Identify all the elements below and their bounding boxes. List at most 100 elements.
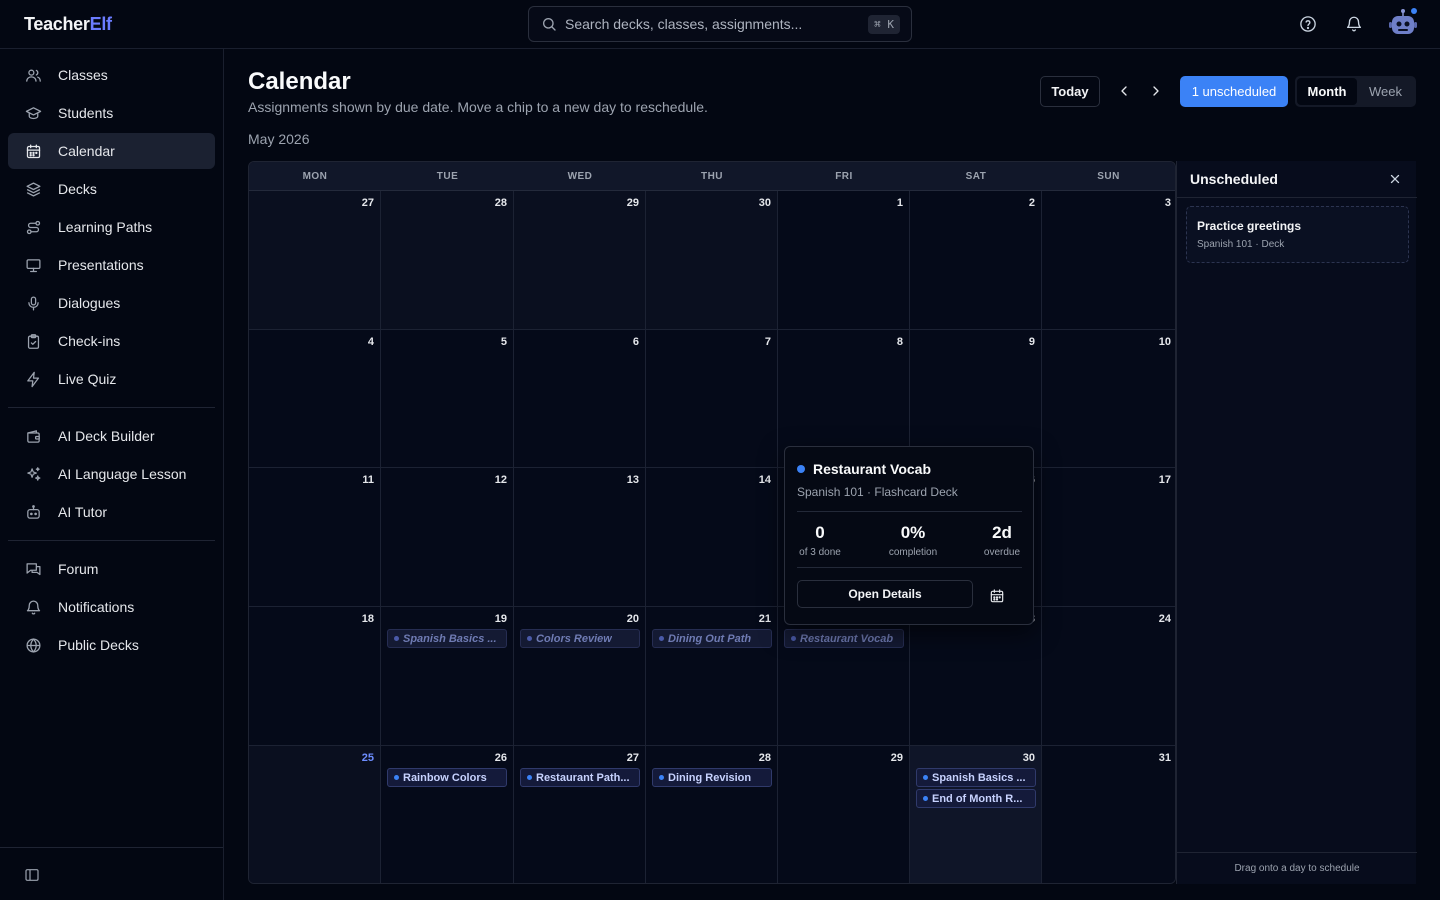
calendar-day-cell[interactable]: 30	[646, 191, 778, 330]
view-week-button[interactable]: Week	[1357, 78, 1414, 105]
sidebar-item-label: Live Quiz	[58, 371, 117, 387]
calendar-day-cell[interactable]: 22Restaurant Vocab	[778, 607, 910, 746]
calendar-day-cell[interactable]: 7	[646, 330, 778, 468]
date-number: 3	[1164, 197, 1171, 209]
calendar-day-cell[interactable]: 20 Colors Review	[514, 607, 646, 746]
assignment-chip[interactable]: Rainbow Colors	[387, 768, 507, 787]
sidebar-divider	[8, 407, 215, 408]
calendar-day-cell[interactable]: 10	[1042, 330, 1175, 468]
reschedule-calendar-icon[interactable]	[989, 588, 1005, 604]
assignment-chip[interactable]: Colors Review	[520, 629, 640, 648]
open-details-button[interactable]: Open Details	[797, 580, 973, 608]
sidebar-item-students[interactable]: Students	[8, 95, 215, 131]
weekday-header-row: MON TUE WED THU FRI SAT SUN	[249, 162, 1175, 191]
calendar-day-cell[interactable]: 28	[381, 191, 514, 330]
calendar-day-cell[interactable]: 29	[514, 191, 646, 330]
calendar-day-cell[interactable]: 21 Dining Out Path	[646, 607, 778, 746]
date-number: 28	[758, 752, 771, 764]
calendar-day-cell[interactable]: 30 Spanish Basics ... End of Month R...	[910, 746, 1042, 883]
sidebar-item-label: Students	[58, 105, 114, 121]
calendar-day-cell[interactable]: 11	[249, 468, 381, 607]
sidebar-item-notifications[interactable]: Notifications	[8, 589, 215, 625]
app-logo[interactable]: TeacherElf	[24, 14, 112, 35]
calendar-day-cell[interactable]: 14	[646, 468, 778, 607]
sidebar-divider	[8, 540, 215, 541]
assignment-chip[interactable]: Dining Revision	[652, 768, 772, 787]
global-search[interactable]: ⌘ K	[528, 6, 912, 42]
close-icon[interactable]	[1388, 172, 1402, 186]
calendar-day-cell[interactable]: 5	[381, 330, 514, 468]
bell-icon	[24, 598, 42, 616]
sidebar-item-decks[interactable]: Decks	[8, 171, 215, 207]
calendar-day-cell[interactable]: 31	[1042, 746, 1175, 883]
sidebar-item-classes[interactable]: Classes	[8, 57, 215, 93]
assignment-chip[interactable]: Dining Out Path	[652, 629, 772, 648]
sidebar-item-ai-language-lesson[interactable]: AI Language Lesson	[8, 456, 215, 492]
unscheduled-item-subtitle: Spanish 101 · Deck	[1197, 239, 1285, 250]
calendar-day-cell[interactable]: 6	[514, 330, 646, 468]
bot-icon	[24, 503, 42, 521]
sidebar-item-ai-deck-builder[interactable]: AI Deck Builder	[8, 418, 215, 454]
calendar-day-cell[interactable]: 4	[249, 330, 381, 468]
calendar-day-cell[interactable]: 1	[778, 191, 910, 330]
calendar-day-cell[interactable]: 28 Dining Revision	[646, 746, 778, 883]
page-title: Calendar	[248, 68, 351, 95]
chip-dot	[923, 775, 928, 780]
calendar-day-cell[interactable]: 17	[1042, 468, 1175, 607]
chevron-right-icon[interactable]	[1148, 83, 1164, 99]
sidebar: Classes Students Calendar Decks Learning…	[0, 49, 224, 900]
calendar-day-cell[interactable]: 27 Restaurant Path...	[514, 746, 646, 883]
sidebar-item-learning-paths[interactable]: Learning Paths	[8, 209, 215, 245]
date-number: 1	[896, 197, 903, 209]
sidebar-item-presentations[interactable]: Presentations	[8, 247, 215, 283]
date-number: 5	[500, 336, 507, 348]
sidebar-item-check-ins[interactable]: Check-ins	[8, 323, 215, 359]
calendar-day-cell[interactable]: 26 Rainbow Colors	[381, 746, 514, 883]
calendar-day-cell[interactable]: 24	[1042, 607, 1175, 746]
search-input[interactable]	[565, 7, 855, 41]
stat-overdue: 2d overdue	[977, 523, 1027, 558]
today-button[interactable]: Today	[1040, 76, 1100, 107]
calendar-day-cell[interactable]: 27	[249, 191, 381, 330]
view-month-button[interactable]: Month	[1297, 78, 1357, 105]
calendar-day-cell[interactable]: 12	[381, 468, 514, 607]
sidebar-item-live-quiz[interactable]: Live Quiz	[8, 361, 215, 397]
calendar-day-cell[interactable]: 13	[514, 468, 646, 607]
sidebar-footer-divider	[0, 847, 223, 848]
calendar-day-cell[interactable]: 29	[778, 746, 910, 883]
assignment-chip[interactable]: Spanish Basics ...	[387, 629, 507, 648]
chip-label: Colors Review	[536, 632, 612, 645]
top-bar: TeacherElf ⌘ K	[0, 0, 1440, 49]
sidebar-item-ai-tutor[interactable]: AI Tutor	[8, 494, 215, 530]
assignment-chip[interactable]: Restaurant Path...	[520, 768, 640, 787]
chip-dot	[659, 636, 664, 641]
chip-dot	[527, 636, 532, 641]
chevron-left-icon[interactable]	[1116, 83, 1132, 99]
date-number: 12	[494, 474, 507, 486]
calendar-day-cell[interactable]: 19 Spanish Basics ...	[381, 607, 514, 746]
sidebar-item-dialogues[interactable]: Dialogues	[8, 285, 215, 321]
date-number: 28	[494, 197, 507, 209]
sidebar-item-public-decks[interactable]: Public Decks	[8, 627, 215, 663]
calendar-day-cell[interactable]: 18	[249, 607, 381, 746]
date-number: 29	[626, 197, 639, 209]
bell-icon[interactable]	[1345, 15, 1363, 33]
sidebar-item-forum[interactable]: Forum	[8, 551, 215, 587]
date-number: 10	[1158, 336, 1171, 348]
help-icon[interactable]	[1299, 15, 1317, 33]
calendar-day-cell[interactable]: 25	[249, 746, 381, 883]
calendar-day-cell[interactable]: 23	[910, 607, 1042, 746]
calendar-day-cell[interactable]: 2	[910, 191, 1042, 330]
sidebar-item-label: Decks	[58, 181, 97, 197]
unscheduled-item[interactable]: Practice greetings Spanish 101 · Deck	[1186, 206, 1409, 263]
sidebar-item-calendar[interactable]: Calendar	[8, 133, 215, 169]
sidebar-toggle-icon[interactable]	[24, 867, 40, 883]
calendar-day-cell[interactable]: 3	[1042, 191, 1175, 330]
stat-label: completion	[888, 547, 938, 558]
assignment-chip[interactable]: Spanish Basics ...	[916, 768, 1036, 787]
unscheduled-toggle-button[interactable]: 1 unscheduled	[1180, 76, 1288, 107]
assignment-chip[interactable]: Restaurant Vocab	[784, 629, 904, 648]
stat-value: 0	[815, 523, 825, 542]
assignment-chip[interactable]: End of Month R...	[916, 789, 1036, 808]
stat-label: of 3 done	[799, 547, 841, 558]
